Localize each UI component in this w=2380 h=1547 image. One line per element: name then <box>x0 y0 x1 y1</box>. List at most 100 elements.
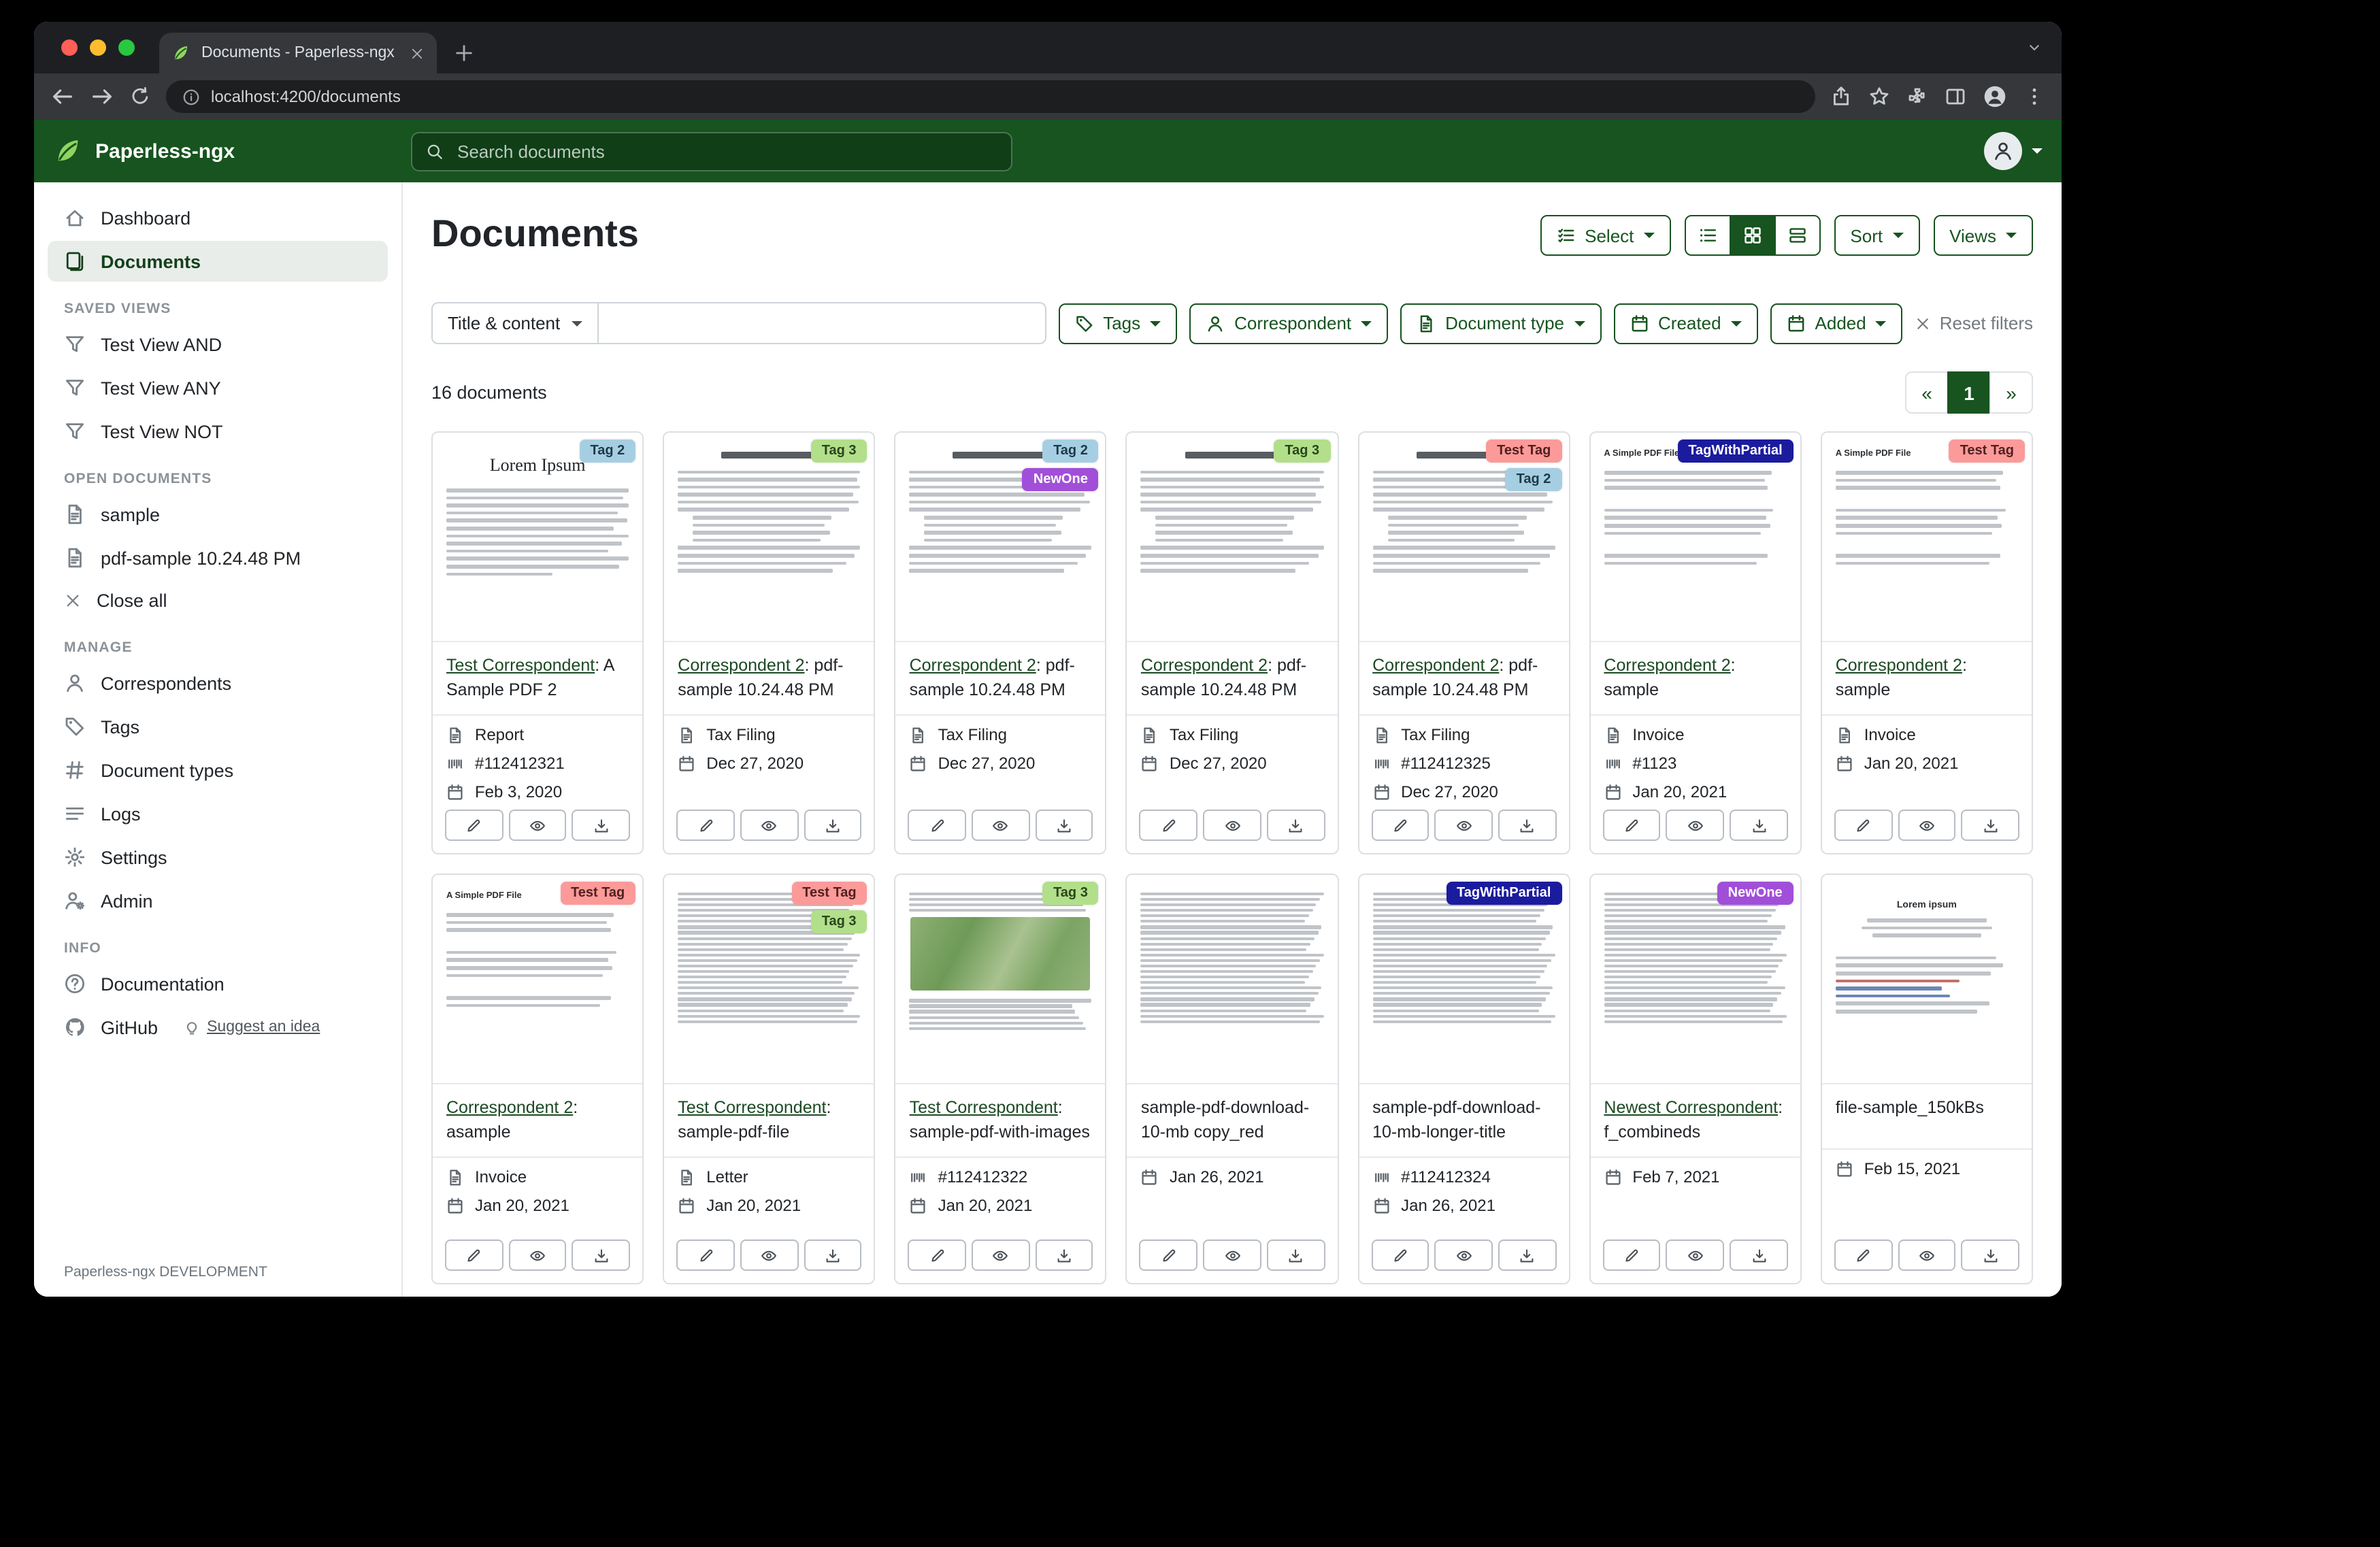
tag-badge[interactable]: Tag 2 <box>1506 468 1562 491</box>
browser-menu-icon[interactable] <box>2023 86 2045 107</box>
correspondent-link[interactable]: Correspondent 2 <box>910 656 1036 675</box>
tag-badge[interactable]: Tag 3 <box>1042 882 1099 905</box>
document-preview[interactable]: Tag 3 <box>896 875 1106 1084</box>
tag-badge[interactable]: Tag 3 <box>1274 439 1330 463</box>
download-button[interactable] <box>1035 810 1093 841</box>
correspondent-link[interactable]: Newest Correspondent <box>1604 1098 1778 1117</box>
correspondent-link[interactable]: Correspondent 2 <box>678 656 804 675</box>
new-tab-button[interactable] <box>453 42 475 64</box>
document-preview[interactable]: Lorem IpsumTag 2 <box>433 433 642 642</box>
edit-button[interactable] <box>676 810 734 841</box>
tag-badge[interactable]: NewOne <box>1717 882 1794 905</box>
close-window-button[interactable] <box>61 39 78 56</box>
browser-profile-avatar[interactable] <box>1983 84 2007 109</box>
view-button[interactable] <box>972 810 1029 841</box>
download-button[interactable] <box>572 810 630 841</box>
tags-filter-button[interactable]: Tags <box>1058 303 1177 344</box>
download-button[interactable] <box>1267 1240 1325 1271</box>
tag-badge[interactable]: TagWithPartial <box>1446 882 1561 905</box>
view-grid-button[interactable] <box>1729 215 1775 256</box>
sidebar-item-correspondents[interactable]: Correspondents <box>48 663 388 703</box>
view-button[interactable] <box>1203 810 1261 841</box>
tag-badge[interactable]: NewOne <box>1023 468 1099 491</box>
reset-filters-button[interactable]: Reset filters <box>1915 313 2033 333</box>
edit-button[interactable] <box>445 1240 503 1271</box>
view-button[interactable] <box>1435 810 1493 841</box>
view-button[interactable] <box>972 1240 1029 1271</box>
app-brand[interactable]: Paperless-ngx <box>53 136 411 166</box>
tag-badge[interactable]: Tag 2 <box>580 439 636 463</box>
sidebar-item-document-types[interactable]: Document types <box>48 750 388 791</box>
document-preview[interactable]: Test TagTag 3 <box>664 875 874 1084</box>
title-content-dropdown[interactable]: Title & content <box>431 302 598 344</box>
zoom-window-button[interactable] <box>118 39 135 56</box>
correspondent-link[interactable]: Test Correspondent <box>910 1098 1058 1117</box>
view-details-button[interactable] <box>1774 215 1820 256</box>
download-button[interactable] <box>1962 1240 2019 1271</box>
tag-badge[interactable]: Tag 2 <box>1042 439 1099 463</box>
back-button[interactable] <box>50 84 75 109</box>
document-preview[interactable]: Lorem ipsum <box>1822 875 2032 1084</box>
tab-search-chevron-icon[interactable] <box>2026 39 2043 56</box>
sidebar-open-doc-sample[interactable]: sample <box>48 494 388 535</box>
view-button[interactable] <box>508 1240 566 1271</box>
views-button[interactable]: Views <box>1933 215 2033 256</box>
tag-badge[interactable]: Test Tag <box>560 882 635 905</box>
view-button[interactable] <box>1666 810 1724 841</box>
correspondent-link[interactable]: Correspondent 2 <box>1836 656 1962 675</box>
sidebar-item-logs[interactable]: Logs <box>48 793 388 834</box>
share-icon[interactable] <box>1830 86 1852 107</box>
sidebar-item-settings[interactable]: Settings <box>48 837 388 878</box>
filter-text-input[interactable] <box>598 302 1046 344</box>
edit-button[interactable] <box>676 1240 734 1271</box>
forward-button[interactable] <box>90 84 114 109</box>
sidebar-item-documentation[interactable]: Documentation <box>48 963 388 1004</box>
edit-button[interactable] <box>1834 810 1892 841</box>
edit-button[interactable] <box>1834 1240 1892 1271</box>
tag-badge[interactable]: Tag 3 <box>811 910 867 933</box>
suggest-idea-link[interactable]: Suggest an idea <box>184 1019 320 1035</box>
sidebar-item-admin[interactable]: Admin <box>48 880 388 921</box>
sidebar-item-tags[interactable]: Tags <box>48 706 388 747</box>
correspondent-link[interactable]: Test Correspondent <box>678 1098 826 1117</box>
correspondent-link[interactable]: Correspondent 2 <box>1372 656 1499 675</box>
sidebar-item-dashboard[interactable]: Dashboard <box>48 197 388 238</box>
view-button[interactable] <box>508 810 566 841</box>
edit-button[interactable] <box>1140 810 1197 841</box>
correspondent-link[interactable]: Correspondent 2 <box>446 1098 573 1117</box>
download-button[interactable] <box>1267 810 1325 841</box>
download-button[interactable] <box>804 1240 861 1271</box>
sort-button[interactable]: Sort <box>1834 215 1919 256</box>
tab-close-icon[interactable] <box>410 46 425 61</box>
address-bar[interactable]: localhost:4200/documents <box>166 80 1815 113</box>
reload-button[interactable] <box>129 86 151 107</box>
document-preview[interactable]: A Simple PDF FileTest Tag <box>1822 433 2032 642</box>
pagination-page-1[interactable]: 1 <box>1947 371 1991 414</box>
download-button[interactable] <box>1962 810 2019 841</box>
edit-button[interactable] <box>908 1240 966 1271</box>
minimize-window-button[interactable] <box>90 39 106 56</box>
sidebar-item-test-view-not[interactable]: Test View NOT <box>48 411 388 452</box>
document-preview[interactable]: NewOne <box>1590 875 1800 1084</box>
correspondent-link[interactable]: Test Correspondent <box>446 656 595 675</box>
site-info-icon[interactable] <box>182 88 200 105</box>
sidebar-open-doc-pdf-sample[interactable]: pdf-sample 10.24.48 PM <box>48 537 388 578</box>
document-type-filter-button[interactable]: Document type <box>1400 303 1601 344</box>
view-list-button[interactable] <box>1684 215 1730 256</box>
view-button[interactable] <box>1898 810 1955 841</box>
document-preview[interactable]: Tag 3 <box>664 433 874 642</box>
side-panel-icon[interactable] <box>1945 86 1966 107</box>
sidebar-item-test-view-any[interactable]: Test View ANY <box>48 367 388 408</box>
download-button[interactable] <box>804 810 861 841</box>
correspondent-link[interactable]: Correspondent 2 <box>1141 656 1268 675</box>
sidebar-item-test-view-and[interactable]: Test View AND <box>48 324 388 365</box>
extensions-icon[interactable] <box>1906 86 1928 107</box>
download-button[interactable] <box>1035 1240 1093 1271</box>
view-button[interactable] <box>1203 1240 1261 1271</box>
pagination-prev[interactable]: « <box>1905 371 1949 414</box>
edit-button[interactable] <box>1371 810 1429 841</box>
download-button[interactable] <box>572 1240 630 1271</box>
edit-button[interactable] <box>1602 1240 1660 1271</box>
document-preview[interactable]: Tag 2 NewOne <box>896 433 1106 642</box>
pagination-next[interactable]: » <box>1989 371 2033 414</box>
